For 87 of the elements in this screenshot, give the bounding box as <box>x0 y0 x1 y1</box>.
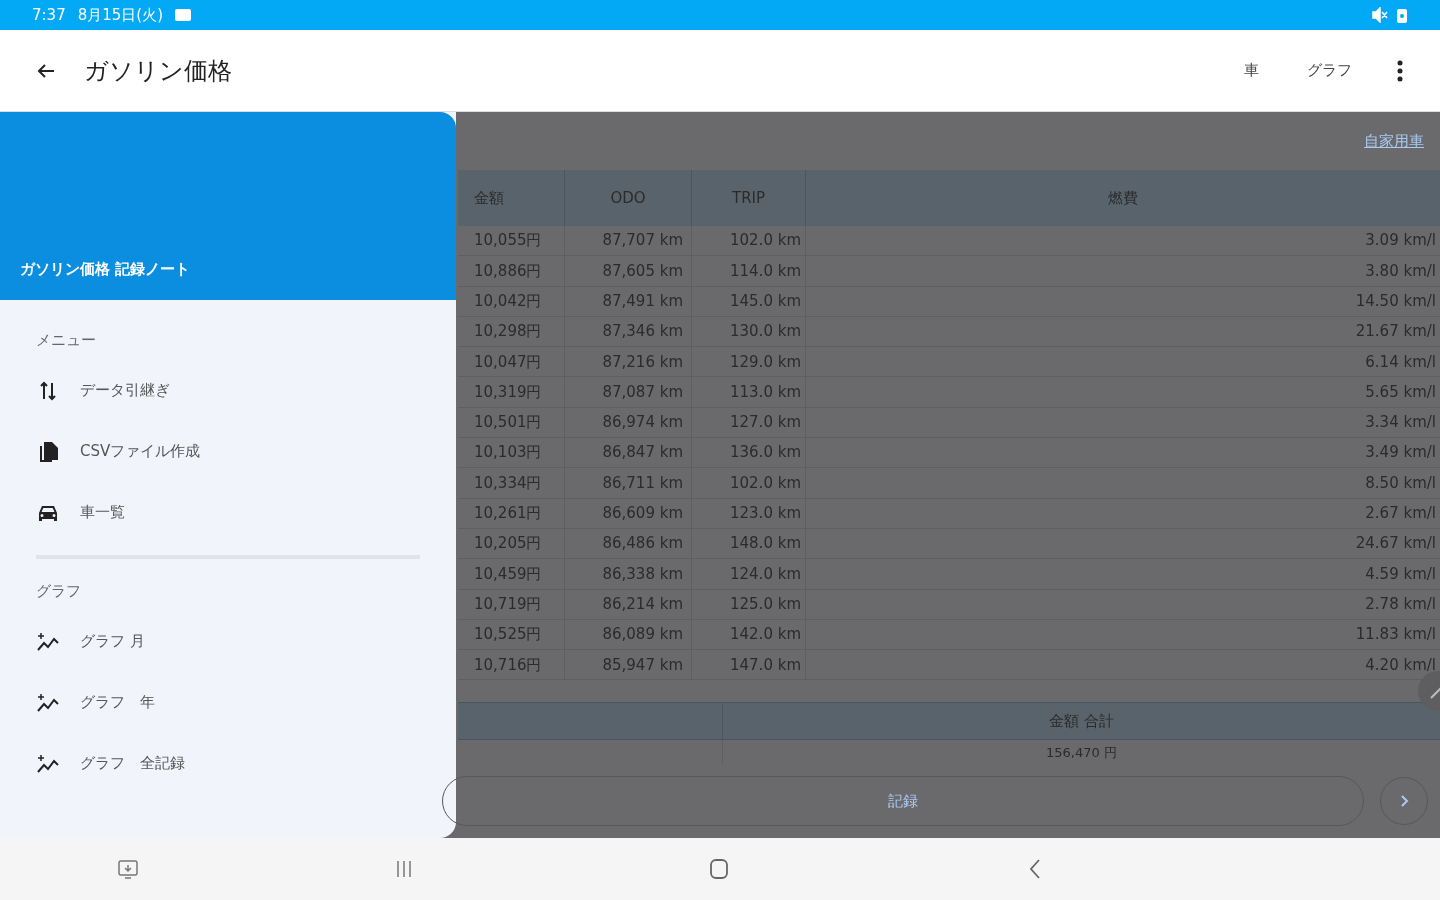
table-cell: 136.0 km <box>691 438 805 468</box>
table-cell: 145.0 km <box>691 286 805 316</box>
table-cell: 86,847 km <box>564 438 691 468</box>
table-cell-text: 10,719円 <box>473 593 543 615</box>
toolbar-action[interactable]: グラフ <box>1307 59 1352 82</box>
table-cell: 11.83 km/l <box>805 619 1440 650</box>
status-time: 7:37 <box>32 4 66 26</box>
drawer-item[interactable]: グラフ 年 <box>36 672 420 733</box>
table-cell: 127.0 km <box>691 407 805 438</box>
column-header: TRIP <box>691 170 805 226</box>
table-cell: 3.09 km/l <box>805 226 1440 256</box>
table-cell: 113.0 km <box>691 377 805 407</box>
table-cell: 86,486 km <box>564 528 691 559</box>
table-cell: 129.0 km <box>691 347 805 377</box>
table-cell: 5.65 km/l <box>805 377 1440 407</box>
table-cell: 130.0 km <box>691 316 805 347</box>
page-title: ガソリン価格 <box>84 55 232 87</box>
toolbar-action[interactable]: 車 <box>1244 59 1259 82</box>
table-cell: 2.67 km/l <box>805 498 1440 528</box>
screenshot-icon <box>116 857 140 881</box>
table-cell: 102.0 km <box>691 226 805 256</box>
drawer-title: ガソリン価格 記録ノート <box>20 258 191 280</box>
table-cell: 6.14 km/l <box>805 347 1440 377</box>
table-cell: 123.0 km <box>691 498 805 528</box>
table-cell: 21.67 km/l <box>805 316 1440 347</box>
drawer-item[interactable]: データ引継ぎ <box>36 360 420 421</box>
table-cell: 102.0 km <box>691 468 805 498</box>
table-cell: 86,214 km <box>564 589 691 619</box>
drawer-item[interactable]: グラフ 月 <box>36 611 420 672</box>
table-cell: 14.50 km/l <box>805 286 1440 316</box>
table-cell-text: 10,334円 <box>473 472 543 494</box>
table-cell: 125.0 km <box>691 589 805 619</box>
mute-icon <box>1372 7 1388 23</box>
column-header: ODO <box>564 170 691 226</box>
table-cell: 114.0 km <box>691 256 805 286</box>
table-cell: 86,338 km <box>564 559 691 589</box>
column-header: 金額 合計 <box>722 703 1440 740</box>
drawer-item[interactable]: CSVファイル作成 <box>36 421 420 482</box>
table-cell: 2.78 km/l <box>805 589 1440 619</box>
table-cell-text: 10,205円 <box>473 533 543 555</box>
more-icon <box>1397 58 1403 83</box>
table-cell: 87,491 km <box>564 286 691 316</box>
table-cell-text: 10,261円 <box>473 503 543 525</box>
table-cell-text: 10,047円 <box>473 351 543 373</box>
home-icon <box>707 857 731 881</box>
table-cell: 87,087 km <box>564 377 691 407</box>
table-cell: 87,216 km <box>564 347 691 377</box>
column-header: 金額 <box>473 187 505 209</box>
table-cell-text: 10,501円 <box>473 412 543 434</box>
notification-icon <box>175 9 192 21</box>
table-cell-text: 10,525円 <box>473 624 543 646</box>
table-cell: 3.49 km/l <box>805 438 1440 468</box>
table-cell: 87,707 km <box>564 226 691 256</box>
table-cell: 87,346 km <box>564 316 691 347</box>
battery-icon <box>1396 7 1408 23</box>
table-cell: 4.59 km/l <box>805 559 1440 589</box>
table-cell-text: 10,716円 <box>473 654 543 676</box>
table-cell: 3.80 km/l <box>805 256 1440 286</box>
column-header: 燃費 <box>805 170 1440 226</box>
table-cell-text: 10,298円 <box>473 321 543 343</box>
table-cell-text: 10,459円 <box>473 563 543 585</box>
table-cell: 147.0 km <box>691 650 805 680</box>
table-cell: 8.50 km/l <box>805 468 1440 498</box>
screenshot-button[interactable] <box>116 857 140 881</box>
table-cell: 148.0 km <box>691 528 805 559</box>
table-cell-text: 10,886円 <box>473 260 543 282</box>
section-heading: メニュー <box>36 329 97 351</box>
table-cell: 86,974 km <box>564 407 691 438</box>
table-cell: 85,947 km <box>564 650 691 680</box>
table-cell: 87,605 km <box>564 256 691 286</box>
table-cell: 124.0 km <box>691 559 805 589</box>
table-cell: 156,470 円 <box>722 740 1440 765</box>
table-cell: 86,711 km <box>564 468 691 498</box>
table-cell-text: 10,103円 <box>473 442 543 464</box>
drawer-item[interactable]: 車一覧 <box>36 482 420 543</box>
table-cell: 86,089 km <box>564 619 691 650</box>
table-cell: 3.34 km/l <box>805 407 1440 438</box>
table-cell: 142.0 km <box>691 619 805 650</box>
table-cell: 24.67 km/l <box>805 528 1440 559</box>
table-cell: 86,609 km <box>564 498 691 528</box>
section-heading: グラフ <box>36 580 82 602</box>
status-date: 8月15日(火) <box>77 4 164 26</box>
table-cell-text: 10,042円 <box>473 291 543 312</box>
table-cell-text: 10,055円 <box>473 230 543 252</box>
home-button[interactable] <box>707 857 731 881</box>
drawer-item[interactable]: グラフ 全記録 <box>36 733 420 794</box>
table-cell-text: 10,319円 <box>473 381 543 403</box>
